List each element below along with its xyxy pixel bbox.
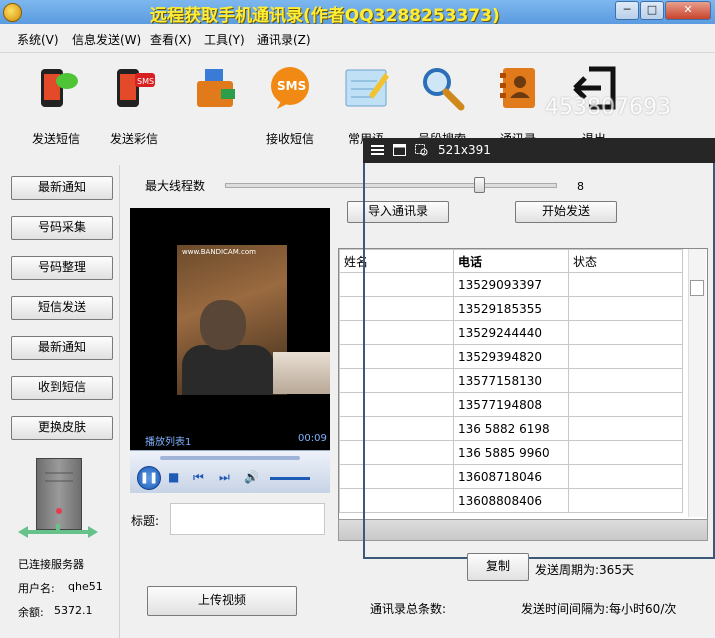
video-seekbar[interactable]: [160, 456, 300, 460]
phone-mms-icon: SMS: [111, 65, 157, 111]
magnifier-icon: [419, 65, 465, 111]
menu-icon[interactable]: [371, 144, 384, 156]
next-icon[interactable]: ⏭: [219, 470, 230, 485]
window-icon[interactable]: [393, 144, 406, 156]
server-icon: [36, 458, 82, 530]
send-interval: 发送时间间隔为:每小时60/次: [521, 602, 677, 616]
volume-slider[interactable]: [270, 477, 310, 480]
video-face: [200, 300, 246, 350]
max-threads-label: 最大线程数: [145, 179, 206, 193]
phone-chat-icon: [33, 65, 79, 111]
toolbar-send-mms[interactable]: SMS 发送彩信: [99, 65, 169, 147]
close-button[interactable]: ✕: [665, 1, 711, 20]
video-time: 00:09: [298, 433, 327, 444]
capture-size: 521x391: [438, 143, 491, 157]
menu-send-info[interactable]: 信息发送(W): [72, 31, 141, 48]
video-person: [182, 345, 274, 395]
sms-send-button[interactable]: 短信发送: [11, 296, 113, 320]
minimize-button[interactable]: ─: [615, 1, 639, 20]
title-input[interactable]: [170, 503, 325, 535]
received-sms-button[interactable]: 收到短信: [11, 376, 113, 400]
number-organize-button[interactable]: 号码整理: [11, 256, 113, 280]
toolbar-number-search[interactable]: 号段搜索: [407, 65, 477, 147]
username-value: qhe51: [68, 580, 103, 593]
video-inset: [273, 352, 330, 394]
send-period: 发送周期为:365天: [535, 563, 634, 577]
contacts-total-label: 通讯录总条数:: [370, 602, 447, 616]
menu-contacts[interactable]: 通讯录(Z): [257, 31, 311, 48]
pause-icon[interactable]: ❚❚: [137, 466, 161, 490]
network-arrows-icon: [18, 524, 98, 540]
video-watermark: www.BANDICAM.com: [182, 248, 256, 256]
toolbar-receive-sms[interactable]: SMS 接收短信: [255, 65, 325, 147]
region-select-icon[interactable]: [415, 144, 428, 156]
capture-region-frame[interactable]: [363, 138, 715, 559]
toolbar-send-sms[interactable]: 发送短信: [21, 65, 91, 147]
maximize-button[interactable]: □: [640, 1, 664, 20]
qq-watermark: 453807693: [545, 95, 671, 120]
server-status: 已连接服务器: [18, 558, 84, 571]
volume-icon[interactable]: 🔊: [244, 470, 259, 484]
app-logo-icon: [3, 3, 22, 22]
balance-value: 5372.1: [54, 604, 93, 617]
contacts-book-icon: [495, 65, 541, 111]
wallet-icon: [191, 65, 237, 111]
toolbar-wallet[interactable]: [179, 65, 249, 130]
toolbar-common-phrases[interactable]: 常用语: [331, 65, 401, 147]
svg-text:SMS: SMS: [137, 77, 154, 86]
upload-video-button[interactable]: 上传视频: [147, 586, 297, 616]
sms-bubble-icon: SMS: [267, 65, 313, 111]
latest-notice-button[interactable]: 最新通知: [11, 176, 113, 200]
latest-notice-button-2[interactable]: 最新通知: [11, 336, 113, 360]
copy-button[interactable]: 复制: [467, 553, 529, 581]
balance-label: 余额:: [18, 606, 44, 619]
window-title: 远程获取手机通讯录(作者QQ3288253373): [150, 6, 500, 26]
number-collect-button[interactable]: 号码采集: [11, 216, 113, 240]
toolbar-contacts[interactable]: 通讯录: [483, 65, 553, 147]
playlist-label[interactable]: 播放列表1: [145, 433, 191, 448]
menu-view[interactable]: 查看(X): [150, 31, 192, 48]
menu-system[interactable]: 系统(V): [17, 31, 59, 48]
previous-icon[interactable]: ⏮: [193, 470, 204, 485]
stop-icon[interactable]: ■: [168, 470, 179, 484]
svg-text:SMS: SMS: [277, 79, 306, 93]
title-label: 标题:: [131, 514, 160, 528]
notepad-icon: [343, 65, 389, 111]
menu-tools[interactable]: 工具(Y): [204, 31, 245, 48]
username-label: 用户名:: [18, 582, 55, 595]
change-skin-button[interactable]: 更换皮肤: [11, 416, 113, 440]
